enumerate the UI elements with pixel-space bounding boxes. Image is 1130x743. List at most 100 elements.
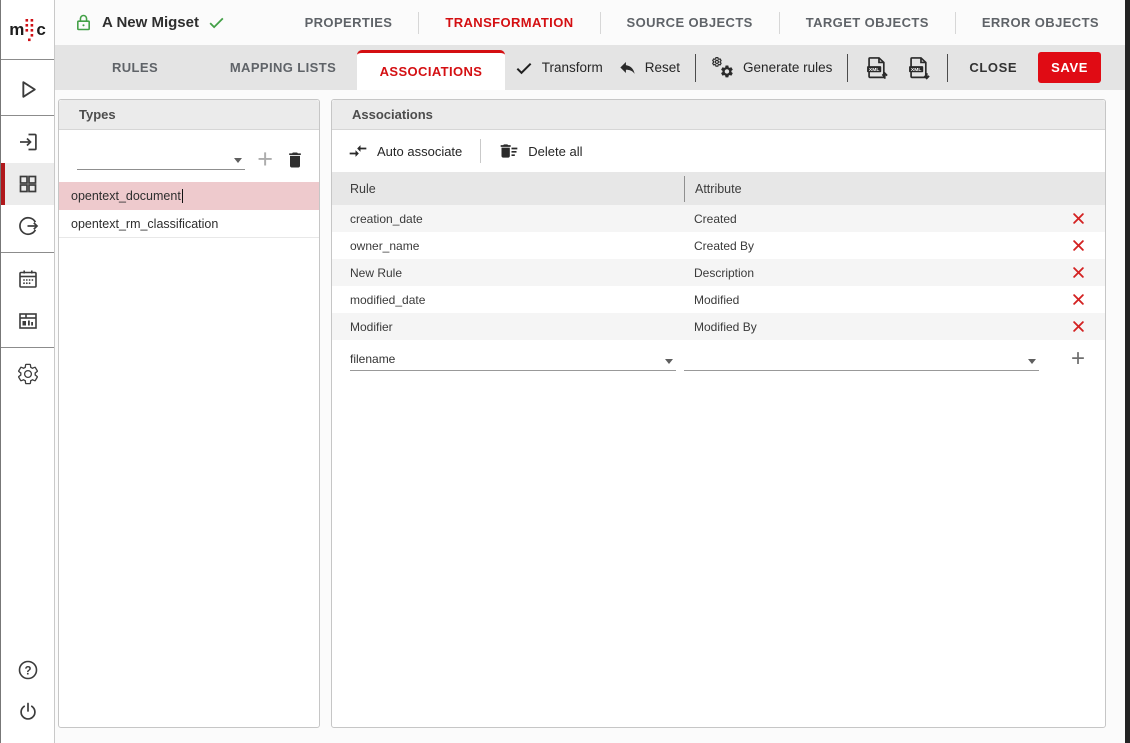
- type-label: opentext_document: [71, 189, 181, 203]
- lock-icon: [73, 12, 94, 33]
- import-icon: [16, 130, 40, 154]
- delete-association-button[interactable]: [1071, 292, 1086, 307]
- app-logo: m c: [1, 0, 54, 60]
- association-row: modified_date Modified: [332, 286, 1105, 313]
- logo-letter-m: m: [9, 20, 24, 40]
- sidebar-item-settings[interactable]: [1, 353, 54, 395]
- auto-associate-icon: [348, 141, 368, 161]
- attribute-cell[interactable]: Description: [684, 266, 1051, 280]
- attribute-cell[interactable]: Modified: [684, 293, 1051, 307]
- power-icon: [16, 700, 40, 724]
- rule-cell[interactable]: Modifier: [332, 320, 684, 334]
- dropdown-caret-icon: [234, 158, 242, 163]
- delete-all-label: Delete all: [528, 144, 582, 159]
- sidebar-item-scheduler[interactable]: [1, 258, 54, 300]
- sidebar-item-run[interactable]: [1, 68, 54, 110]
- content-area: Types + opentext_document opentext_rm_cl…: [55, 90, 1125, 743]
- help-icon: ?: [16, 658, 40, 682]
- delete-all-button[interactable]: Delete all: [499, 141, 582, 161]
- attribute-select[interactable]: [684, 347, 1039, 371]
- sidebar-item-import[interactable]: [1, 121, 54, 163]
- tab-source-objects[interactable]: SOURCE OBJECTS: [601, 0, 779, 45]
- rule-cell[interactable]: owner_name: [332, 239, 684, 253]
- sidebar-item-migsets[interactable]: [1, 163, 54, 205]
- attribute-cell[interactable]: Modified By: [684, 320, 1051, 334]
- settings-gear-icon: [16, 362, 40, 386]
- sidebar-item-dashboard[interactable]: [1, 300, 54, 342]
- main-tabs: PROPERTIES TRANSFORMATION SOURCE OBJECTS…: [279, 0, 1125, 45]
- transform-button[interactable]: Transform: [514, 58, 603, 78]
- rule-select[interactable]: filename: [350, 347, 676, 371]
- delete-type-button[interactable]: [285, 150, 305, 170]
- export-icon: [16, 214, 40, 238]
- sidebar-item-export[interactable]: [1, 205, 54, 247]
- delete-association-button[interactable]: [1071, 238, 1086, 253]
- associations-toolbar: Auto associate Delete all: [332, 130, 1105, 172]
- delete-association-button[interactable]: [1071, 211, 1086, 226]
- associations-panel-title: Associations: [352, 107, 433, 122]
- delete-association-button[interactable]: [1071, 265, 1086, 280]
- toolbar-divider: [947, 54, 948, 82]
- generate-rules-label: Generate rules: [743, 60, 832, 75]
- types-panel-header: Types: [59, 100, 319, 130]
- tab-transformation[interactable]: TRANSFORMATION: [419, 0, 599, 45]
- attribute-cell[interactable]: Created: [684, 212, 1051, 226]
- sidebar-divider: [1, 252, 54, 253]
- window-edge: [1125, 0, 1130, 743]
- add-type-button[interactable]: +: [257, 148, 273, 170]
- rule-cell[interactable]: creation_date: [332, 212, 684, 226]
- types-panel: Types + opentext_document opentext_rm_cl…: [58, 99, 320, 728]
- toolbar-divider: [480, 139, 481, 163]
- save-button[interactable]: SAVE: [1038, 52, 1101, 83]
- tab-error-objects[interactable]: ERROR OBJECTS: [956, 0, 1125, 45]
- sidebar-bottom: ?: [1, 649, 54, 733]
- svg-text:XML: XML: [911, 67, 921, 73]
- rule-cell[interactable]: New Rule: [332, 266, 684, 280]
- generate-rules-button[interactable]: Generate rules: [711, 56, 832, 80]
- logo-dots-icon: [25, 17, 35, 43]
- text-cursor: [182, 189, 183, 203]
- association-row: New Rule Description: [332, 259, 1105, 286]
- sub-tabs: RULES MAPPING LISTS ASSOCIATIONS: [61, 45, 505, 90]
- migsets-grid-icon: [16, 172, 40, 196]
- svg-text:XML: XML: [869, 67, 879, 73]
- association-row: Modifier Modified By: [332, 313, 1105, 340]
- subtab-rules[interactable]: RULES: [61, 45, 209, 90]
- type-list-item[interactable]: opentext_rm_classification: [59, 210, 319, 238]
- close-button[interactable]: CLOSE: [963, 54, 1023, 81]
- rule-column-header: Rule: [332, 182, 684, 196]
- subtab-associations[interactable]: ASSOCIATIONS: [357, 50, 505, 90]
- sidebar-item-logout[interactable]: [1, 691, 54, 733]
- logo-letter-c: c: [36, 20, 45, 40]
- toolbar-divider: [847, 54, 848, 82]
- migset-name: A New Migset: [102, 14, 199, 31]
- xml-upload-icon: XML: [863, 54, 890, 81]
- sidebar: m c: [1, 0, 55, 743]
- subtab-mapping-lists[interactable]: MAPPING LISTS: [209, 45, 357, 90]
- toolbar-divider: [695, 54, 696, 82]
- delete-association-button[interactable]: [1071, 319, 1086, 334]
- add-association-button[interactable]: +: [1051, 349, 1105, 369]
- types-panel-title: Types: [79, 107, 116, 122]
- reset-button[interactable]: Reset: [618, 58, 680, 77]
- attribute-cell[interactable]: Created By: [684, 239, 1051, 253]
- attribute-column-header: Attribute: [684, 176, 1051, 202]
- generate-rules-gears-icon: [711, 56, 735, 80]
- xml-export-button[interactable]: XML: [905, 54, 932, 81]
- auto-associate-button[interactable]: Auto associate: [348, 141, 462, 161]
- sidebar-item-help[interactable]: ?: [1, 649, 54, 691]
- calendar-icon: [16, 267, 40, 291]
- delete-sweep-icon: [499, 141, 519, 161]
- reset-arrow-icon: [618, 58, 637, 77]
- tab-target-objects[interactable]: TARGET OBJECTS: [780, 0, 955, 45]
- type-list-item[interactable]: opentext_document: [59, 182, 319, 210]
- type-filter-select[interactable]: [77, 146, 245, 170]
- rule-select-value: filename: [350, 352, 395, 366]
- auto-associate-label: Auto associate: [377, 144, 462, 159]
- dropdown-caret-icon: [1028, 359, 1036, 364]
- sidebar-divider: [1, 115, 54, 116]
- tab-properties[interactable]: PROPERTIES: [279, 0, 419, 45]
- associations-panel: Associations Auto associate Delete all R…: [331, 99, 1106, 728]
- xml-import-button[interactable]: XML: [863, 54, 890, 81]
- rule-cell[interactable]: modified_date: [332, 293, 684, 307]
